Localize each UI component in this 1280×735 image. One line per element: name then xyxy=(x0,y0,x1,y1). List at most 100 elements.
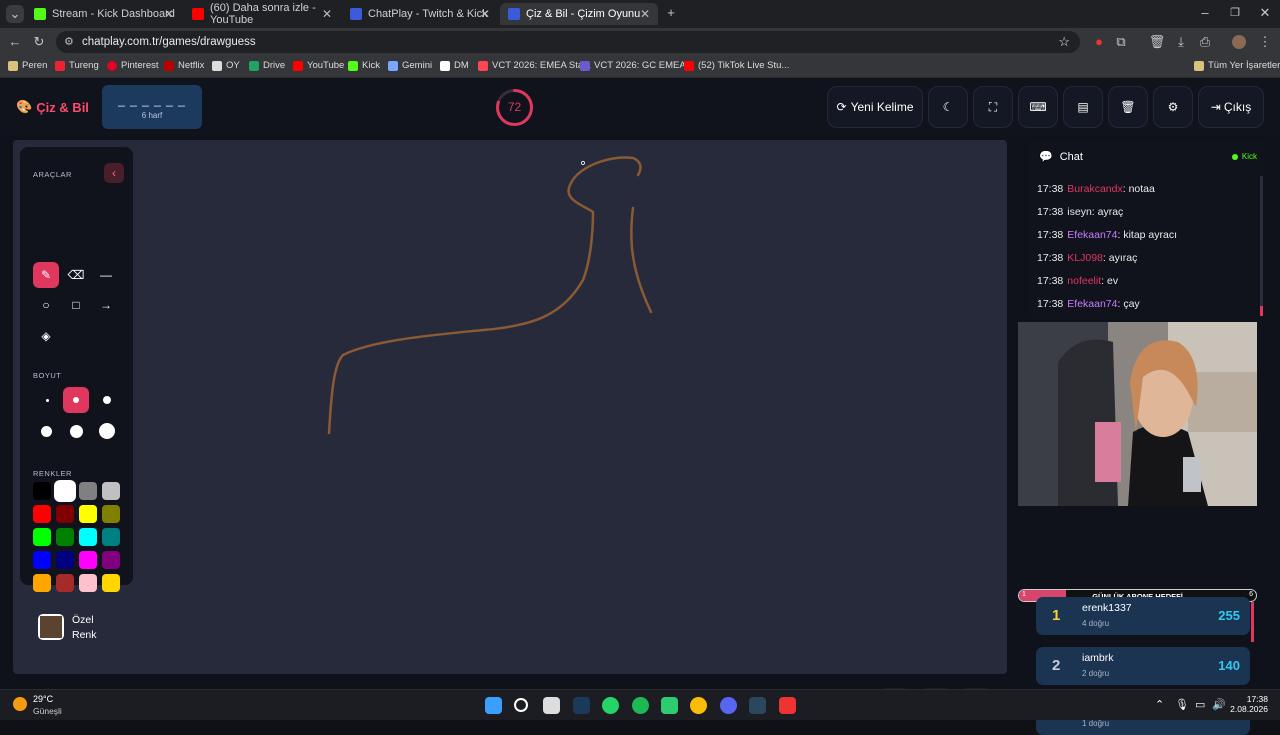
exit-button[interactable]: ⇥ Çıkış xyxy=(1198,86,1264,128)
tab-chatplay[interactable]: ChatPlay - Twitch & Kick İzleyic ✕ xyxy=(342,3,498,25)
maximize-icon[interactable]: ❐ xyxy=(1226,4,1244,22)
tab-ciz-bil[interactable]: Çiz & Bil - Çizim Oyunu ✕ xyxy=(500,3,658,25)
bookmark-item[interactable]: Drive xyxy=(249,60,285,71)
collapse-panel-button[interactable]: ‹ xyxy=(104,163,124,183)
url-input[interactable]: ⚙ chatplay.com.tr/games/drawguess ☆ xyxy=(56,31,1080,53)
archive-button[interactable]: ▤ xyxy=(1063,86,1103,128)
bookmark-item[interactable]: VCT 2026: GC EMEA... xyxy=(580,60,694,71)
drawing-canvas[interactable]: ↶ ↷ 🗑 xyxy=(13,140,1007,718)
app-icon[interactable] xyxy=(779,697,796,714)
extension-icon[interactable]: ● xyxy=(1090,33,1108,51)
bookmark-item[interactable]: Pinterest xyxy=(107,60,159,71)
bookmark-item[interactable]: Kick xyxy=(348,60,380,71)
bookmark-item[interactable]: OY xyxy=(212,60,240,71)
bookmark-item[interactable]: Gemini xyxy=(388,60,432,71)
close-icon[interactable]: ✕ xyxy=(322,7,332,21)
line-tool[interactable]: — xyxy=(93,262,119,288)
color-swatch[interactable] xyxy=(56,551,74,569)
download-icon[interactable]: ⤓ xyxy=(1172,33,1190,51)
tab-search-icon[interactable]: ⌄ xyxy=(6,5,24,23)
size-3[interactable] xyxy=(103,396,111,404)
color-swatch[interactable] xyxy=(33,505,51,523)
clock[interactable]: 17:38 2.08.2026 xyxy=(1230,694,1268,714)
chat-scrollbar[interactable] xyxy=(1260,176,1263,316)
chat-username[interactable]: Efekaan74 xyxy=(1067,298,1117,310)
color-swatch[interactable] xyxy=(33,528,51,546)
whatsapp-icon[interactable] xyxy=(602,697,619,714)
bookmark-item[interactable]: Netflix xyxy=(164,60,204,71)
color-swatch[interactable] xyxy=(79,551,97,569)
chat-scrollbar-thumb[interactable] xyxy=(1260,306,1263,316)
tab-kick-dashboard[interactable]: Stream - Kick Dashboard ✕ xyxy=(26,3,182,25)
arrow-tool[interactable]: → xyxy=(93,292,119,318)
color-swatch[interactable] xyxy=(79,528,97,546)
profile-avatar[interactable] xyxy=(1232,35,1246,49)
keyboard-button[interactable]: ⌨ xyxy=(1018,86,1058,128)
media-icon[interactable] xyxy=(543,697,560,714)
trash-icon[interactable]: 🗑 xyxy=(1148,33,1166,51)
size-6[interactable] xyxy=(99,423,115,439)
color-swatch[interactable] xyxy=(56,482,74,500)
windows-start-icon[interactable] xyxy=(485,697,502,714)
microphone-icon[interactable]: 🎙 xyxy=(1175,698,1189,711)
size-5[interactable] xyxy=(70,425,83,438)
color-swatch[interactable] xyxy=(56,574,74,592)
bookmark-star-icon[interactable]: ☆ xyxy=(1058,34,1070,50)
bookmark-item[interactable]: (52) TikTok Live Stu... xyxy=(684,60,789,71)
color-swatch[interactable] xyxy=(33,551,51,569)
color-swatch[interactable] xyxy=(79,574,97,592)
search-icon[interactable] xyxy=(514,698,528,712)
color-swatch[interactable] xyxy=(33,574,51,592)
size-1[interactable] xyxy=(46,399,49,402)
volume-icon[interactable]: 🔊 xyxy=(1212,698,1226,711)
back-icon[interactable]: ← xyxy=(6,33,24,51)
chat-username[interactable]: Burakcandx xyxy=(1067,183,1122,195)
network-icon[interactable]: ▭ xyxy=(1195,698,1205,711)
chat-username[interactable]: KLJ098 xyxy=(1067,252,1103,264)
reload-icon[interactable]: ↻ xyxy=(30,33,48,51)
bookmark-item[interactable]: DM xyxy=(440,60,469,71)
fullscreen-button[interactable]: ⛶ xyxy=(973,86,1013,128)
custom-color-label[interactable]: Özel Renk xyxy=(72,613,97,643)
chrome-icon[interactable] xyxy=(690,697,707,714)
new-tab-icon[interactable]: + xyxy=(662,4,680,22)
close-icon[interactable]: ✕ xyxy=(640,7,650,21)
leaderboard-scrollbar[interactable] xyxy=(1251,602,1254,642)
menu-icon[interactable]: ⋮ xyxy=(1256,33,1274,51)
circle-tool[interactable]: ○ xyxy=(33,292,59,318)
bookmark-item[interactable]: Peren xyxy=(8,60,47,71)
close-icon[interactable]: ✕ xyxy=(164,7,174,21)
size-4[interactable] xyxy=(41,426,52,437)
share-icon[interactable]: ⎙ xyxy=(1196,33,1214,51)
color-swatch[interactable] xyxy=(102,574,120,592)
size-2[interactable] xyxy=(63,387,89,413)
steam-icon[interactable] xyxy=(573,697,590,714)
bookmark-item[interactable]: YouTube xyxy=(293,60,344,71)
discord-icon[interactable] xyxy=(720,697,737,714)
color-swatch[interactable] xyxy=(102,505,120,523)
bookmark-item[interactable]: Tureng xyxy=(55,60,99,71)
minimize-icon[interactable]: – xyxy=(1196,4,1214,22)
window-close-icon[interactable]: ✕ xyxy=(1256,4,1274,22)
color-swatch[interactable] xyxy=(79,505,97,523)
steam-icon[interactable] xyxy=(749,697,766,714)
color-swatch[interactable] xyxy=(102,551,120,569)
color-swatch[interactable] xyxy=(56,505,74,523)
fill-tool[interactable]: ◈ xyxy=(33,323,59,349)
color-swatch[interactable] xyxy=(79,482,97,500)
bookmark-item[interactable]: VCT 2026: EMEA Sta... xyxy=(478,60,591,71)
delete-button[interactable]: 🗑 xyxy=(1108,86,1148,128)
color-swatch[interactable] xyxy=(102,482,120,500)
eraser-tool[interactable]: ⌫ xyxy=(63,262,89,288)
color-swatch[interactable] xyxy=(102,528,120,546)
chat-username[interactable]: Efekaan74 xyxy=(1067,229,1117,241)
new-word-button[interactable]: ⟳ Yeni Kelime xyxy=(827,86,923,128)
rectangle-tool[interactable]: □ xyxy=(63,292,89,318)
site-info-icon[interactable]: ⚙ xyxy=(64,35,74,48)
color-swatch[interactable] xyxy=(33,482,51,500)
app-icon[interactable] xyxy=(661,697,678,714)
custom-color-swatch[interactable] xyxy=(38,614,64,640)
chat-username[interactable]: nofeelit xyxy=(1067,275,1101,287)
extensions-icon[interactable]: ⧉ xyxy=(1112,33,1130,51)
chat-username[interactable]: iseyn xyxy=(1067,206,1092,218)
